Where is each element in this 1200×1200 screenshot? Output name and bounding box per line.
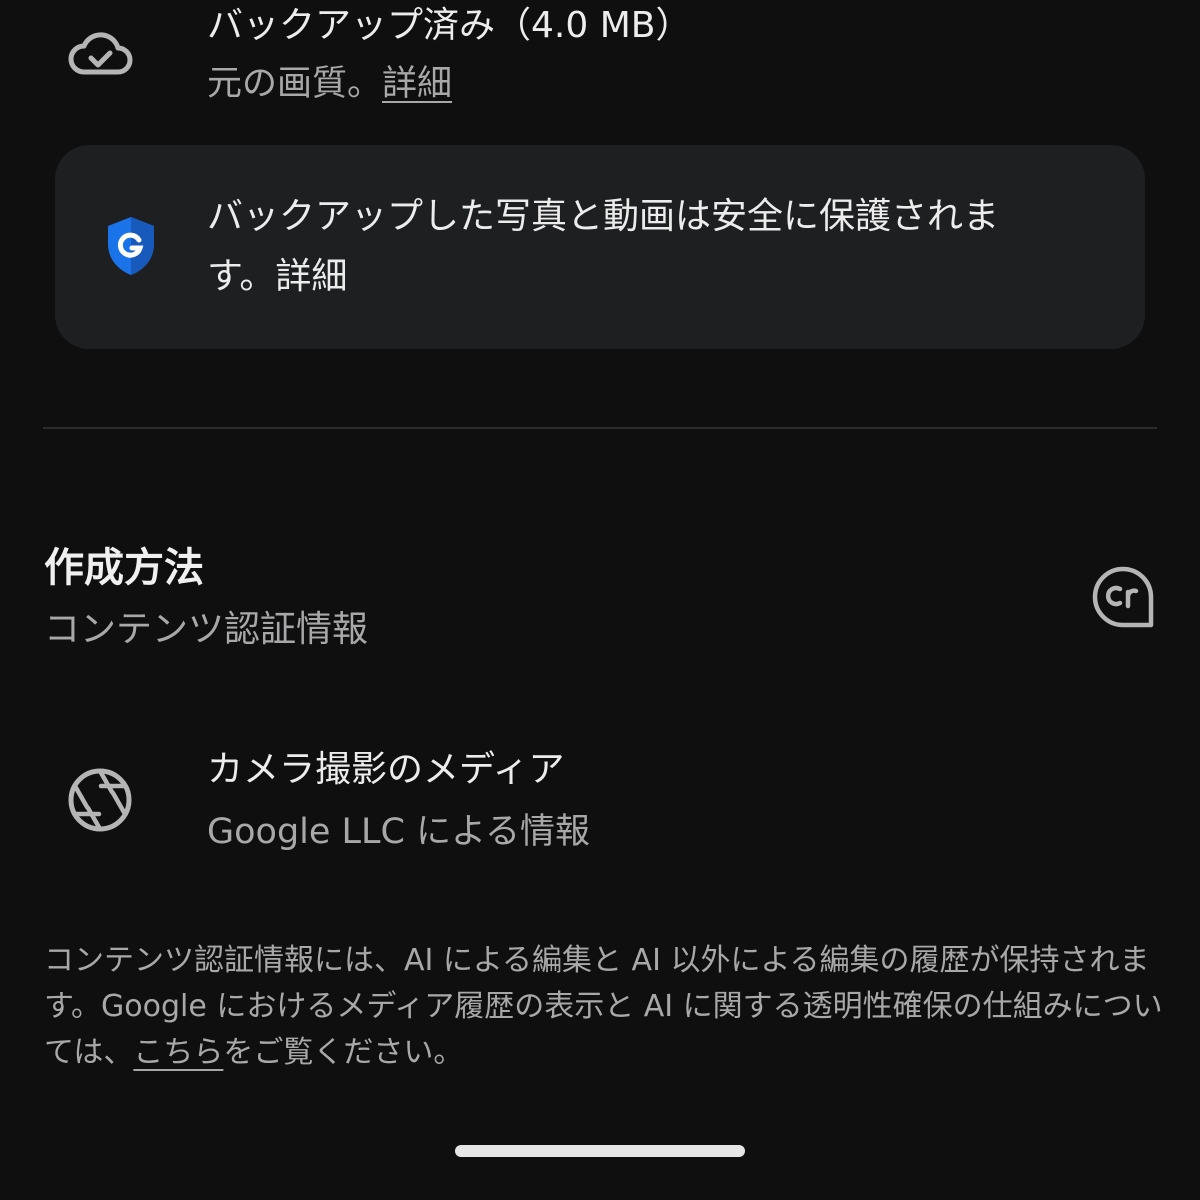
backup-quality: 元の画質。詳細 [207, 60, 452, 108]
photo-info-panel: バックアップ済み（4.0 MB） 元の画質。詳細 バックアップした写真と動画は安… [0, 0, 1200, 1200]
google-shield-icon [108, 217, 154, 275]
cloud-done-icon [68, 32, 133, 75]
security-info-card: バックアップした写真と動画は安全に保護されます。詳細 [55, 145, 1145, 349]
section-divider [43, 427, 1157, 429]
security-details-link[interactable]: 詳細 [275, 256, 347, 297]
info-text-after: をご覧ください。 [223, 1035, 464, 1070]
camera-media-subtitle: Google LLC による情報 [207, 812, 591, 852]
security-text: バックアップした写真と動画は安全に保護されます。詳細 [207, 187, 1067, 307]
home-gesture-bar[interactable] [455, 1145, 745, 1157]
camera-media-title: カメラ撮影のメディア [207, 749, 565, 790]
info-here-link[interactable]: こちら [133, 1035, 223, 1070]
creation-method-subtitle: コンテンツ認証情報 [44, 609, 369, 650]
backup-status-row: バックアップ済み（4.0 MB） 元の画質。詳細 [0, 0, 1200, 120]
creation-method-title: 作成方法 [44, 545, 204, 591]
content-credentials-cr-icon[interactable] [1092, 566, 1156, 628]
backup-details-link[interactable]: 詳細 [382, 64, 452, 104]
camera-aperture-icon [68, 768, 132, 832]
backup-quality-text: 元の画質。 [207, 64, 383, 104]
backup-title: バックアップ済み（4.0 MB） [207, 5, 692, 46]
content-credentials-info: コンテンツ認証情報には、AI による編集と AI 以外による編集の履歴が保持され… [44, 938, 1164, 1076]
